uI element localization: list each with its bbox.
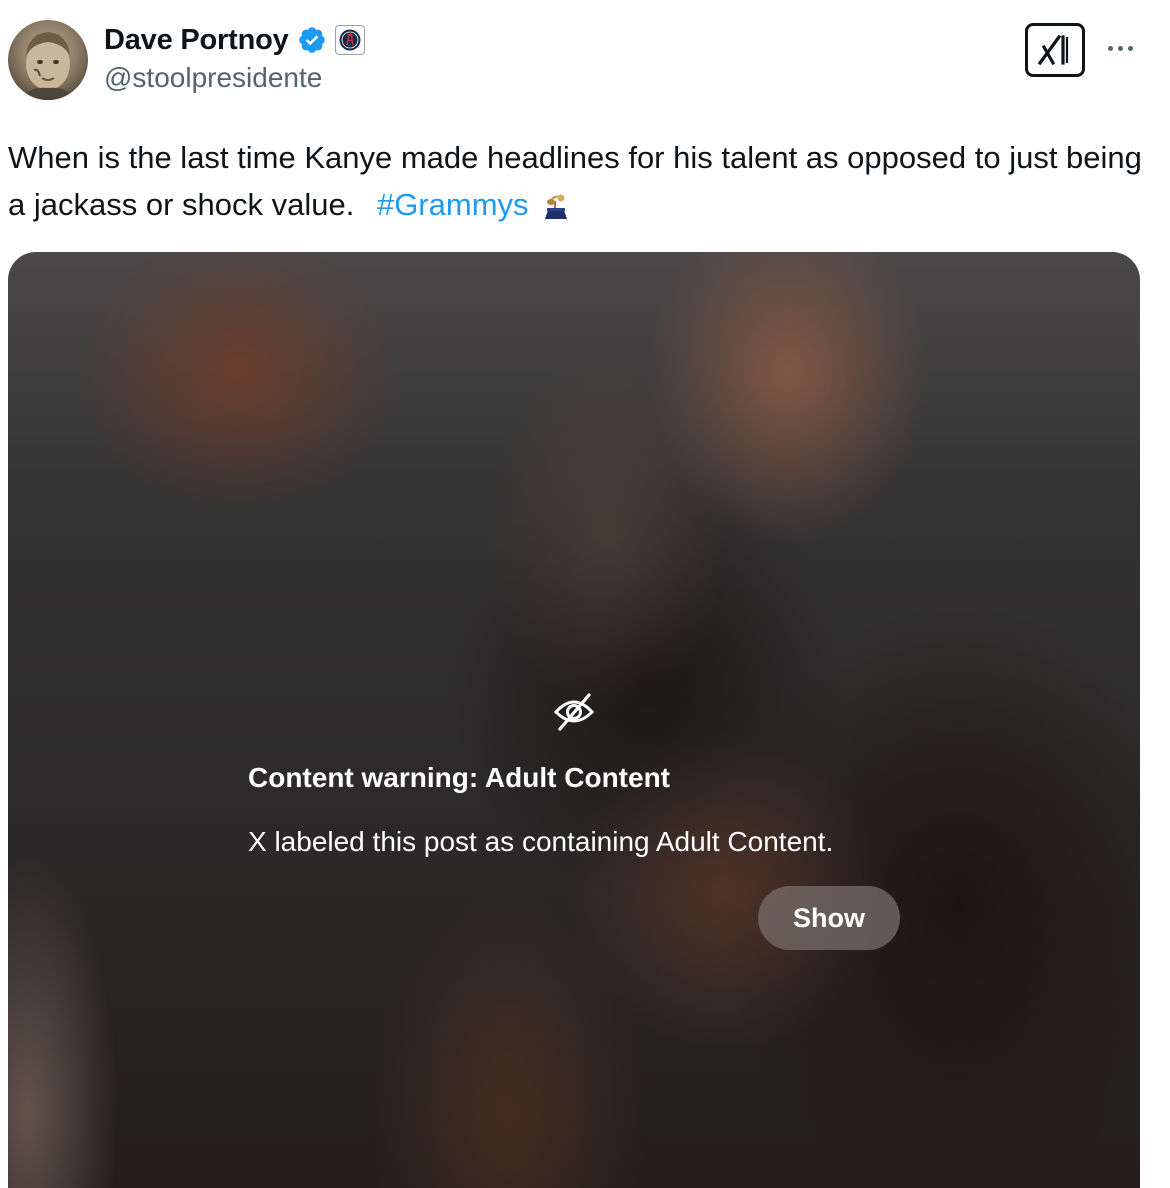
avatar-image	[22, 32, 74, 100]
verified-badge-icon[interactable]	[297, 25, 327, 55]
avatar[interactable]	[8, 20, 88, 100]
grammy-trophy-icon	[541, 187, 571, 234]
tweet-body: When is the last time Kanye made headlin…	[8, 140, 1142, 222]
author-display-name[interactable]: Dave Portnoy	[104, 24, 289, 57]
more-dot	[1107, 45, 1113, 51]
hashtag-link[interactable]: #Grammys	[377, 187, 529, 222]
content-warning-title: Content warning: Adult Content	[248, 762, 670, 793]
media-sensitive-content: Content warning: Adult Content X labeled…	[8, 252, 1140, 1188]
tweet-card: Dave Portnoy @stoolpresidente When is th…	[0, 0, 1170, 1188]
author-name-row: Dave Portnoy	[104, 20, 365, 60]
more-options-icon[interactable]	[1098, 30, 1142, 66]
grok-button[interactable]	[1025, 23, 1085, 77]
barstool-affiliate-badge[interactable]	[334, 25, 365, 55]
more-dot	[1117, 45, 1123, 51]
tweet-text: When is the last time Kanye made headlin…	[8, 134, 1158, 234]
author-handle[interactable]: @stoolpresidente	[104, 62, 322, 94]
show-media-button[interactable]: Show	[758, 886, 900, 950]
eye-slash-icon	[553, 693, 595, 731]
grok-icon	[1037, 34, 1069, 66]
more-dot	[1127, 45, 1133, 51]
content-warning-description: X labeled this post as containing Adult …	[248, 826, 834, 857]
